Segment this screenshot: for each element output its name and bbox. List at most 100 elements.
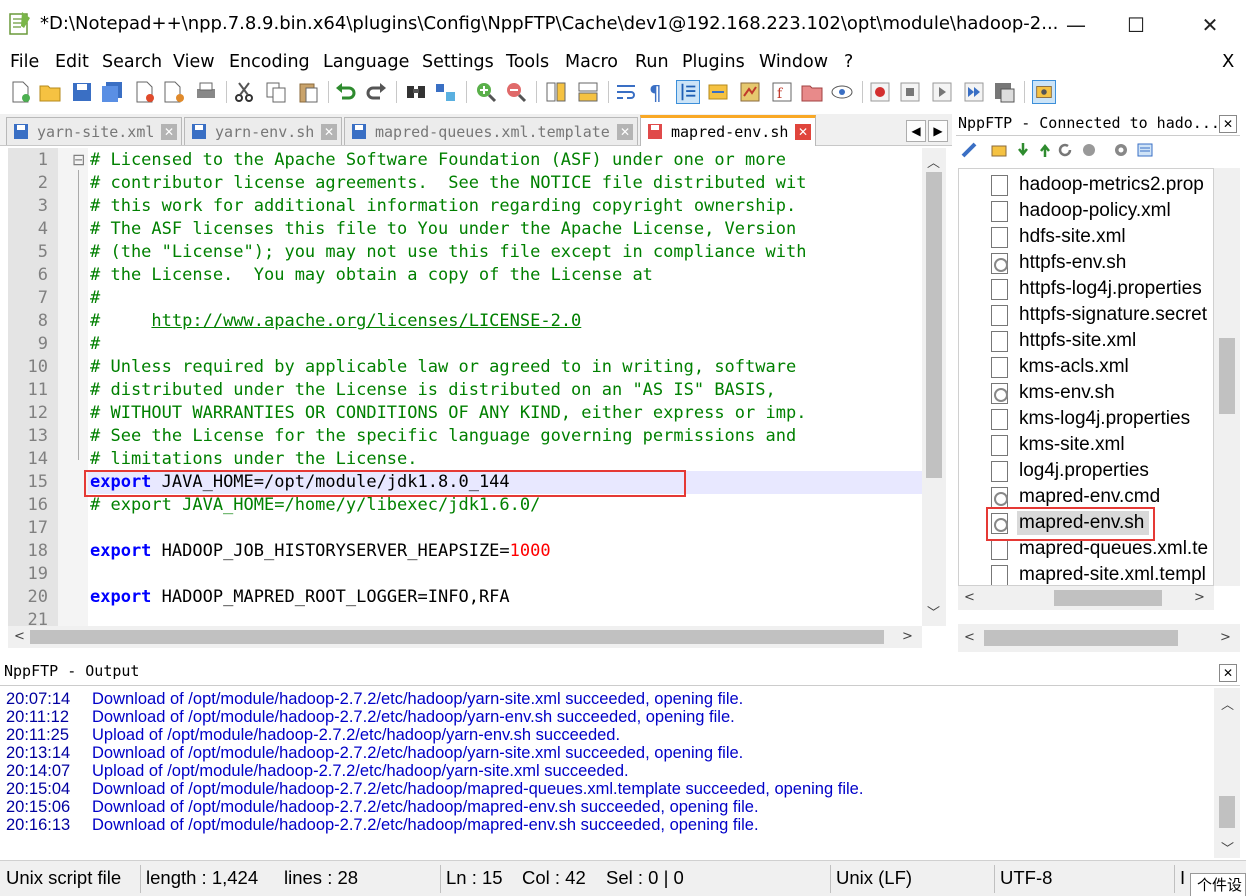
output-vertical-scrollbar[interactable]: ︿ ﹀	[1214, 688, 1240, 858]
status-encoding[interactable]: UTF-8	[1000, 867, 1052, 889]
zoom-out-icon[interactable]	[504, 80, 528, 104]
close-document-button[interactable]: X	[1222, 50, 1234, 74]
scroll-left-icon[interactable]: <	[964, 630, 975, 645]
list-item[interactable]: kms-site.xml	[959, 432, 1213, 458]
gear-icon[interactable]	[1112, 141, 1130, 159]
menu-edit[interactable]: Edit	[55, 50, 89, 74]
list-item[interactable]: httpfs-env.sh	[959, 250, 1213, 276]
scrollbar-thumb[interactable]	[926, 172, 942, 478]
download-icon[interactable]	[1014, 141, 1032, 159]
print-icon[interactable]	[194, 80, 218, 104]
tab-close-icon[interactable]: ✕	[617, 124, 633, 140]
sync-horizontal-icon[interactable]	[576, 80, 600, 104]
list-item[interactable]: kms-env.sh	[959, 380, 1213, 406]
nppftp-panel-close-button[interactable]: ✕	[1219, 115, 1237, 133]
replace-icon[interactable]	[434, 80, 458, 104]
user-defined-language-icon[interactable]	[706, 80, 730, 104]
scroll-right-icon[interactable]: >	[902, 629, 913, 644]
function-list-icon[interactable]: f	[770, 80, 794, 104]
redo-icon[interactable]	[364, 80, 388, 104]
word-wrap-icon[interactable]	[614, 80, 638, 104]
record-macro-icon[interactable]	[868, 80, 892, 104]
paste-icon[interactable]	[296, 80, 320, 104]
fold-toggle-icon[interactable]: ⊟	[72, 150, 85, 169]
scrollbar-thumb[interactable]	[984, 630, 1178, 646]
file-list-vertical-scrollbar[interactable]	[1214, 168, 1240, 586]
undo-icon[interactable]	[334, 80, 358, 104]
menu-window[interactable]: Window	[759, 50, 828, 74]
zoom-in-icon[interactable]	[474, 80, 498, 104]
tab-close-icon[interactable]: ✕	[321, 124, 337, 140]
scroll-up-icon[interactable]: ︿	[927, 152, 940, 171]
scroll-left-icon[interactable]: <	[964, 590, 975, 605]
save-all-icon[interactable]	[100, 80, 124, 104]
queue-horizontal-scrollbar[interactable]: < >	[958, 624, 1240, 652]
tab-scroll-right-button[interactable]: ▶	[928, 120, 948, 142]
close-file-icon[interactable]	[132, 80, 156, 104]
scroll-up-icon[interactable]: ︿	[1221, 694, 1234, 713]
folder-workspace-icon[interactable]	[800, 80, 824, 104]
run-macro-multiple-icon[interactable]	[962, 80, 986, 104]
scrollbar-thumb[interactable]	[1219, 796, 1235, 828]
list-item[interactable]: mapred-site.xml.templ	[959, 562, 1213, 585]
code-editor[interactable]: ⊟ 1 2 3 4 5 6 7 8 9 10 11 12 13 14 15 16…	[8, 148, 946, 626]
tab-mapred-env-sh[interactable]: mapred-env.sh ✕	[640, 115, 816, 146]
menu-run[interactable]: Run	[635, 50, 669, 74]
menu-search[interactable]: Search	[102, 50, 162, 74]
close-window-button[interactable]: ✕	[1180, 0, 1240, 50]
scroll-down-icon[interactable]: ﹀	[927, 602, 940, 621]
new-file-icon[interactable]	[8, 80, 32, 104]
list-item[interactable]: hadoop-policy.xml	[959, 198, 1213, 224]
output-panel-close-button[interactable]: ✕	[1219, 664, 1237, 682]
scrollbar-thumb[interactable]	[1054, 590, 1162, 606]
maximize-button[interactable]: ☐	[1106, 0, 1166, 50]
cut-icon[interactable]	[232, 80, 256, 104]
editor-horizontal-scrollbar[interactable]: < >	[8, 626, 922, 648]
close-all-icon[interactable]	[162, 80, 186, 104]
indent-guide-icon[interactable]	[676, 80, 700, 104]
menu-plugins[interactable]: Plugins	[682, 50, 745, 74]
save-macro-icon[interactable]	[992, 80, 1016, 104]
upload-icon[interactable]	[1036, 141, 1054, 159]
menu-settings[interactable]: Settings	[422, 50, 494, 74]
menu-macro[interactable]: Macro	[565, 50, 618, 74]
menu-language[interactable]: Language	[323, 50, 409, 74]
monitoring-icon[interactable]	[830, 80, 854, 104]
copy-icon[interactable]	[264, 80, 288, 104]
tab-yarn-env-sh[interactable]: yarn-env.sh ✕	[184, 117, 342, 145]
scrollbar-thumb[interactable]	[30, 630, 884, 644]
scroll-down-icon[interactable]: ﹀	[1221, 838, 1234, 857]
list-item[interactable]: hdfs-site.xml	[959, 224, 1213, 250]
open-file-icon[interactable]	[38, 80, 62, 104]
menu-tools[interactable]: Tools	[506, 50, 549, 74]
list-item[interactable]: httpfs-log4j.properties	[959, 276, 1213, 302]
tab-yarn-site-xml[interactable]: yarn-site.xml ✕	[6, 117, 182, 145]
menu-help[interactable]: ?	[844, 50, 853, 74]
menu-encoding[interactable]: Encoding	[229, 50, 310, 74]
sync-vertical-icon[interactable]	[544, 80, 568, 104]
document-map-icon[interactable]	[738, 80, 762, 104]
save-icon[interactable]	[70, 80, 94, 104]
list-item[interactable]: kms-acls.xml	[959, 354, 1213, 380]
nppftp-show-icon[interactable]	[1032, 80, 1056, 104]
show-all-characters-icon[interactable]: ¶	[644, 80, 668, 104]
find-icon[interactable]	[404, 80, 428, 104]
editor-vertical-scrollbar[interactable]: ︿ ﹀	[922, 148, 946, 626]
tab-scroll-left-button[interactable]: ◀	[906, 120, 926, 142]
file-list-horizontal-scrollbar[interactable]: < >	[958, 586, 1214, 610]
output-log[interactable]: 20:07:14 Download of /opt/module/hadoop-2…	[0, 688, 1240, 858]
message-window-icon[interactable]	[1136, 141, 1154, 159]
tab-close-icon[interactable]: ✕	[795, 124, 811, 140]
play-macro-icon[interactable]	[930, 80, 954, 104]
list-item[interactable]: log4j.properties	[959, 458, 1213, 484]
list-item[interactable]: httpfs-site.xml	[959, 328, 1213, 354]
minimize-button[interactable]: —	[1046, 0, 1106, 50]
scrollbar-thumb[interactable]	[1219, 338, 1235, 414]
abort-icon[interactable]	[1080, 141, 1098, 159]
connect-icon[interactable]	[960, 141, 978, 159]
status-eol[interactable]: Unix (LF)	[836, 867, 912, 889]
tab-close-icon[interactable]: ✕	[161, 124, 177, 140]
settings-folder-icon[interactable]	[990, 141, 1008, 159]
tab-mapred-queues-xml-template[interactable]: mapred-queues.xml.template ✕	[344, 117, 638, 145]
list-item[interactable]: httpfs-signature.secret	[959, 302, 1213, 328]
